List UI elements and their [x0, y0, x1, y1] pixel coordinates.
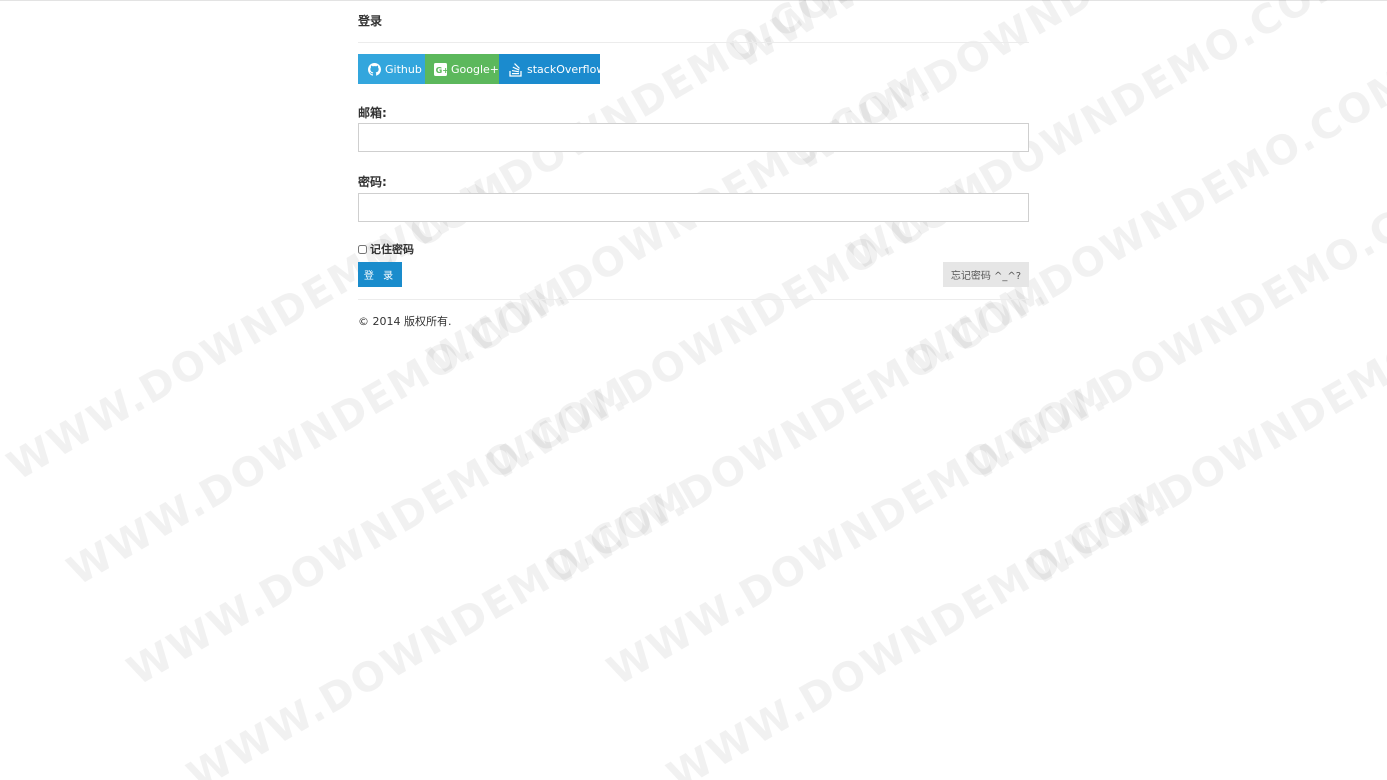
forgot-password-button[interactable]: 忘记密码 ^_^? — [943, 262, 1029, 287]
social-login-group: Github G+ Google+ stackOverflow — [358, 54, 605, 84]
watermark-text: WWW.DOWNDEMO.COM — [540, 268, 1060, 595]
login-button[interactable]: 登 录 — [358, 262, 402, 287]
remember-label: 记住密码 — [370, 243, 414, 256]
password-label: 密码: — [358, 175, 387, 189]
watermark-text: WWW.DOWNDEMO.COM — [180, 473, 700, 780]
remember-checkbox[interactable] — [358, 244, 367, 254]
divider — [358, 42, 1029, 43]
watermark-text: WWW.DOWNDEMO.COM — [660, 473, 1180, 780]
watermark-text: WWW.DOWNDEMO.COM — [1020, 268, 1387, 595]
password-field[interactable] — [358, 193, 1029, 222]
watermark-text: WWW.DOWNDEMO.COM — [120, 368, 640, 695]
google-plus-login-button[interactable]: G+ Google+ — [425, 54, 499, 84]
stackoverflow-label: stackOverflow — [527, 62, 606, 76]
google-plus-icon: G+ — [434, 62, 447, 76]
stackoverflow-login-button[interactable]: stackOverflow — [499, 54, 605, 84]
page-title: 登录 — [358, 14, 383, 28]
github-icon — [368, 62, 381, 76]
watermark-text: WWW.DOWNDEMO.COM — [600, 368, 1120, 695]
github-login-button[interactable]: Github — [358, 54, 425, 84]
stackoverflow-icon — [509, 62, 523, 77]
github-label: Github — [385, 62, 422, 76]
watermark-layer: WWW.DOWNDEMO.COM WWW.DOWNDEMO.COM WWW.DOWN… — [0, 0, 1387, 780]
copyright-footer: © 2014 版权所有. — [358, 315, 452, 328]
divider — [358, 299, 1029, 300]
email-label: 邮箱: — [358, 106, 387, 120]
email-field[interactable] — [358, 123, 1029, 152]
watermark-text: WWW.DOWNDEMO.COM — [60, 268, 580, 595]
svg-text:G+: G+ — [436, 64, 447, 74]
top-border — [0, 0, 1387, 1]
watermark-text: WWW.DOWNDEMO.COM — [725, 0, 1244, 78]
google-plus-label: Google+ — [451, 62, 500, 76]
watermark-text: WWW.DOWNDEMO.COM — [785, 0, 1305, 180]
remember-password: 记住密码 — [358, 241, 414, 257]
